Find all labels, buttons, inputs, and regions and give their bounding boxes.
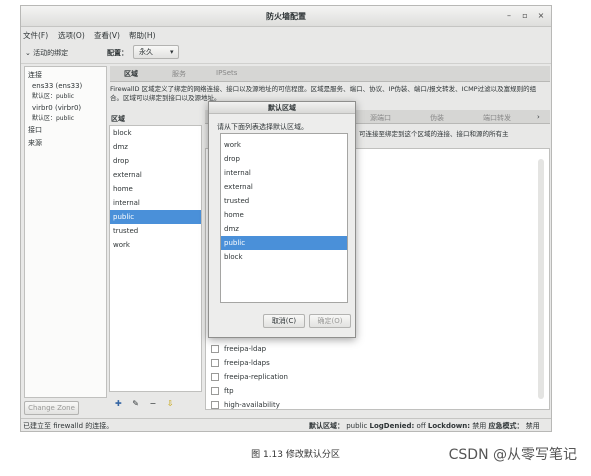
active-bindings-label: 活动的绑定 [33,49,69,57]
chevron-right-icon[interactable]: › [537,113,540,121]
checkbox[interactable] [211,387,219,395]
menu-help[interactable]: 帮助(H) [129,30,156,41]
dialog-zone-item[interactable]: block [221,250,347,264]
change-zone-button[interactable]: Change Zone [24,401,79,415]
interfaces-header: 接口 [28,126,42,134]
connection-virbr0[interactable]: virbr0 (virbr0) [32,104,81,112]
maximize-icon[interactable]: ▫ [519,10,531,22]
config-label: 配置： [107,49,128,57]
checkbox[interactable] [211,345,219,353]
default-zone-label: 默认区域： [309,422,344,430]
connection-ens33-zone: 默认区：public [32,93,75,100]
menu-options[interactable]: 选项(O) [58,30,85,41]
dialog-zone-item[interactable]: dmz [221,222,347,236]
service-row[interactable]: freeipa-ldap [211,345,266,353]
subtab-source-port[interactable]: 源端口 [370,113,391,123]
panic-value: 禁用 [525,422,540,430]
zone-item[interactable]: work [110,238,201,252]
status-bar: 已建立至 firewalld 的连接。 默认区域： public LogDeni… [21,418,551,432]
chevron-down-icon: ⌄ [25,49,31,57]
service-label: freeipa-ldaps [224,359,270,367]
dialog-zone-list: work drop internal external trusted home… [220,133,348,303]
zone-item[interactable]: drop [110,154,201,168]
close-icon[interactable]: × [535,10,547,22]
config-select[interactable]: 永久 ▾ [133,45,179,59]
zone-right-description: 可连接至绑定到这个区域的连接、接口和源的所有主 [359,130,509,138]
panic-label: 应急模式： [488,422,524,430]
main-tabs: 区域 服务 IPSets [110,66,550,82]
zone-item[interactable]: home [110,182,201,196]
remove-icon[interactable]: − [150,399,157,408]
zone-item[interactable]: internal [110,196,201,210]
connections-header: 连接 [28,71,42,79]
edit-icon[interactable]: ✎ [132,399,139,408]
checkbox[interactable] [211,373,219,381]
load-defaults-icon[interactable]: ⇩ [167,399,174,408]
watermark: CSDN @从零写笔记 [448,447,577,463]
sources-header: 来源 [28,139,42,147]
window-title: 防火墙配置 [266,12,306,21]
service-row[interactable]: high-availability [211,401,280,409]
connection-virbr0-zone: 默认区：public [32,115,75,122]
config-value: 永久 [139,48,153,56]
zone-list: block dmz drop external home internal pu… [109,125,202,392]
lockdown-label: Lockdown: [427,422,471,430]
dropdown-arrow-icon: ▾ [170,48,174,56]
service-row[interactable]: freeipa-replication [211,373,288,381]
menu-view[interactable]: 查看(V) [94,30,120,41]
default-zone-dialog: 默认区域 请从下面列表选择默认区域。 work drop internal ex… [208,101,356,338]
checkbox[interactable] [211,401,219,409]
log-denied-label: LogDenied: [369,422,415,430]
bindings-sidebar: 连接 ens33 (ens33) 默认区：public virbr0 (virb… [24,66,107,398]
tab-services[interactable]: 服务 [172,69,186,79]
zone-item[interactable]: dmz [110,140,201,154]
zone-item-selected[interactable]: public [110,210,201,224]
active-bindings-toggle[interactable]: ⌄ 活动的绑定 [25,48,68,58]
dialog-zone-item[interactable]: drop [221,152,347,166]
subtab-masquerade[interactable]: 伪装 [430,113,444,123]
tab-ipsets[interactable]: IPSets [216,69,237,77]
service-row[interactable]: ftp [211,387,234,395]
checkbox[interactable] [211,359,219,367]
dialog-zone-item[interactable]: internal [221,166,347,180]
menu-file[interactable]: 文件(F) [23,30,48,41]
zone-list-header: 区域 [111,115,125,123]
dialog-zone-item[interactable]: external [221,180,347,194]
service-label: freeipa-replication [224,373,288,381]
lockdown-value: 禁用 [472,422,487,430]
status-details: 默认区域： public LogDenied: off Lockdown: 禁用… [309,421,540,431]
add-icon[interactable]: ✚ [115,399,122,408]
dialog-zone-item[interactable]: work [221,138,347,152]
toolbar: ⌄ 活动的绑定 配置： 永久 ▾ [21,42,551,64]
service-label: high-availability [224,401,280,409]
title-bar: 防火墙配置 – ▫ × [21,6,551,27]
dialog-title: 默认区域 [209,102,355,114]
dialog-zone-item[interactable]: home [221,208,347,222]
zone-item[interactable]: external [110,168,201,182]
dialog-zone-item-selected[interactable]: public [221,236,347,250]
minimize-icon[interactable]: – [503,10,515,22]
connection-ens33[interactable]: ens33 (ens33) [32,82,82,90]
subtab-port-forward[interactable]: 端口转发 [483,113,511,123]
log-denied-value: off [416,422,426,430]
service-label: ftp [224,387,234,395]
scrollbar[interactable] [538,159,544,399]
ok-button[interactable]: 确定(O) [309,314,351,328]
service-row[interactable]: freeipa-ldaps [211,359,270,367]
service-label: freeipa-ldap [224,345,267,353]
dialog-zone-item[interactable]: trusted [221,194,347,208]
connection-status: 已建立至 firewalld 的连接。 [23,422,114,430]
zone-item[interactable]: trusted [110,224,201,238]
menu-bar: 文件(F) 选项(O) 查看(V) 帮助(H) [21,28,551,42]
cancel-button[interactable]: 取消(C) [263,314,305,328]
zone-actions: ✚ ✎ − ⇩ [115,399,173,408]
dialog-prompt: 请从下面列表选择默认区域。 [217,123,308,131]
zone-item[interactable]: block [110,126,201,140]
tab-zones[interactable]: 区域 [124,69,138,79]
default-zone-value: public [346,422,368,430]
